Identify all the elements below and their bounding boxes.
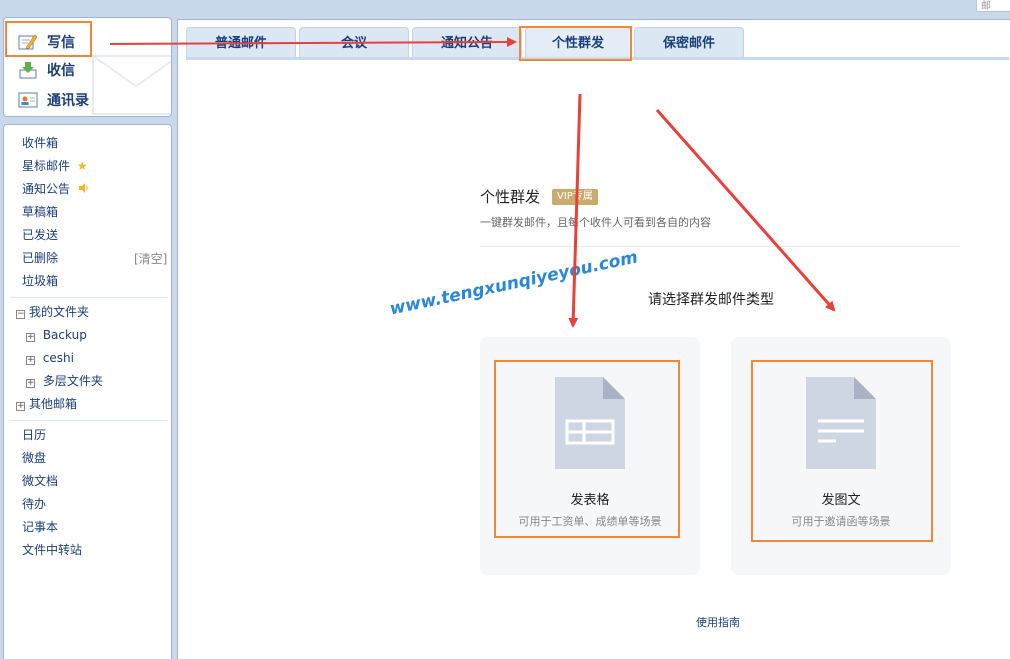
other-mailboxes-label: 其他邮箱 xyxy=(29,397,78,411)
my-folders-label: 我的文件夹 xyxy=(29,305,90,319)
highlight-box-card xyxy=(751,360,933,542)
tab-confidential[interactable]: 保密邮件 xyxy=(634,27,744,58)
subfolder-label: ceshi xyxy=(42,351,74,365)
folder-starred-label: 星标邮件 xyxy=(22,159,71,173)
collapse-icon: − xyxy=(16,309,25,319)
contact-card-icon xyxy=(18,91,38,109)
search-input[interactable]: 邮 xyxy=(976,0,1010,12)
subfolder-label: 多层文件夹 xyxy=(42,374,103,388)
envelope-decoration-icon xyxy=(92,55,171,115)
contacts-label: 通讯录 xyxy=(47,93,89,109)
top-strip xyxy=(0,0,1010,14)
subfolder-label: Backup xyxy=(42,328,87,342)
highlight-box-write xyxy=(5,21,92,57)
choose-type-label: 请选择群发邮件类型 xyxy=(648,292,774,308)
usage-guide-link[interactable]: 使用指南 xyxy=(696,614,740,630)
highlight-box-card xyxy=(494,360,680,538)
folder-panel: 收件箱 星标邮件 ★ 通知公告 草稿箱 已发送 已删除 [清空] 垃圾箱 − 我的… xyxy=(3,124,172,659)
subfolder-item[interactable]: + ceshi xyxy=(26,349,74,367)
app-file-transfer[interactable]: 文件中转站 xyxy=(22,541,82,559)
tab-meeting[interactable]: 会议 xyxy=(299,27,409,58)
speaker-icon xyxy=(78,180,89,198)
star-icon: ★ xyxy=(76,159,88,173)
my-folders-toggle[interactable]: − 我的文件夹 xyxy=(16,303,89,321)
app-calendar[interactable]: 日历 xyxy=(22,426,46,444)
app-docs[interactable]: 微文档 xyxy=(22,472,58,490)
expand-icon: + xyxy=(16,401,25,411)
feature-divider xyxy=(480,246,960,247)
app-drive[interactable]: 微盘 xyxy=(22,449,46,467)
feature-title: 个性群发 xyxy=(480,188,541,206)
folder-starred[interactable]: 星标邮件 ★ xyxy=(22,157,88,175)
folder-divider xyxy=(10,420,167,421)
folder-deleted[interactable]: 已删除 xyxy=(22,249,58,267)
subfolder-item[interactable]: + 多层文件夹 xyxy=(26,372,103,390)
expand-icon: + xyxy=(26,355,35,365)
contacts-button[interactable]: 通讯录 xyxy=(18,88,89,112)
tab-normal-mail[interactable]: 普通邮件 xyxy=(186,27,296,58)
folder-junk[interactable]: 垃圾箱 xyxy=(22,272,58,290)
folder-notices[interactable]: 通知公告 xyxy=(22,180,89,198)
vip-badge: VIP专属 xyxy=(552,189,598,205)
feature-description: 一键群发邮件，且每个收件人可看到各自的内容 xyxy=(480,216,711,229)
tab-notice[interactable]: 通知公告 xyxy=(412,27,522,58)
folder-sent[interactable]: 已发送 xyxy=(22,226,58,244)
receive-mail-button[interactable]: 收信 xyxy=(18,58,75,82)
subfolder-item[interactable]: + Backup xyxy=(26,326,87,344)
folder-drafts[interactable]: 草稿箱 xyxy=(22,203,58,221)
app-notes[interactable]: 记事本 xyxy=(22,518,58,536)
folder-inbox[interactable]: 收件箱 xyxy=(22,134,58,152)
highlight-box-tab xyxy=(519,26,632,61)
clear-trash-link[interactable]: [清空] xyxy=(134,250,167,267)
folder-divider xyxy=(10,297,167,298)
expand-icon: + xyxy=(26,378,35,388)
folder-notices-label: 通知公告 xyxy=(22,182,71,196)
receive-mail-label: 收信 xyxy=(47,63,75,79)
inbox-download-icon xyxy=(18,61,38,79)
other-mailboxes-toggle[interactable]: + 其他邮箱 xyxy=(16,395,77,413)
expand-icon: + xyxy=(26,332,35,342)
search-placeholder: 邮 xyxy=(981,1,991,12)
app-todo[interactable]: 待办 xyxy=(22,495,46,513)
